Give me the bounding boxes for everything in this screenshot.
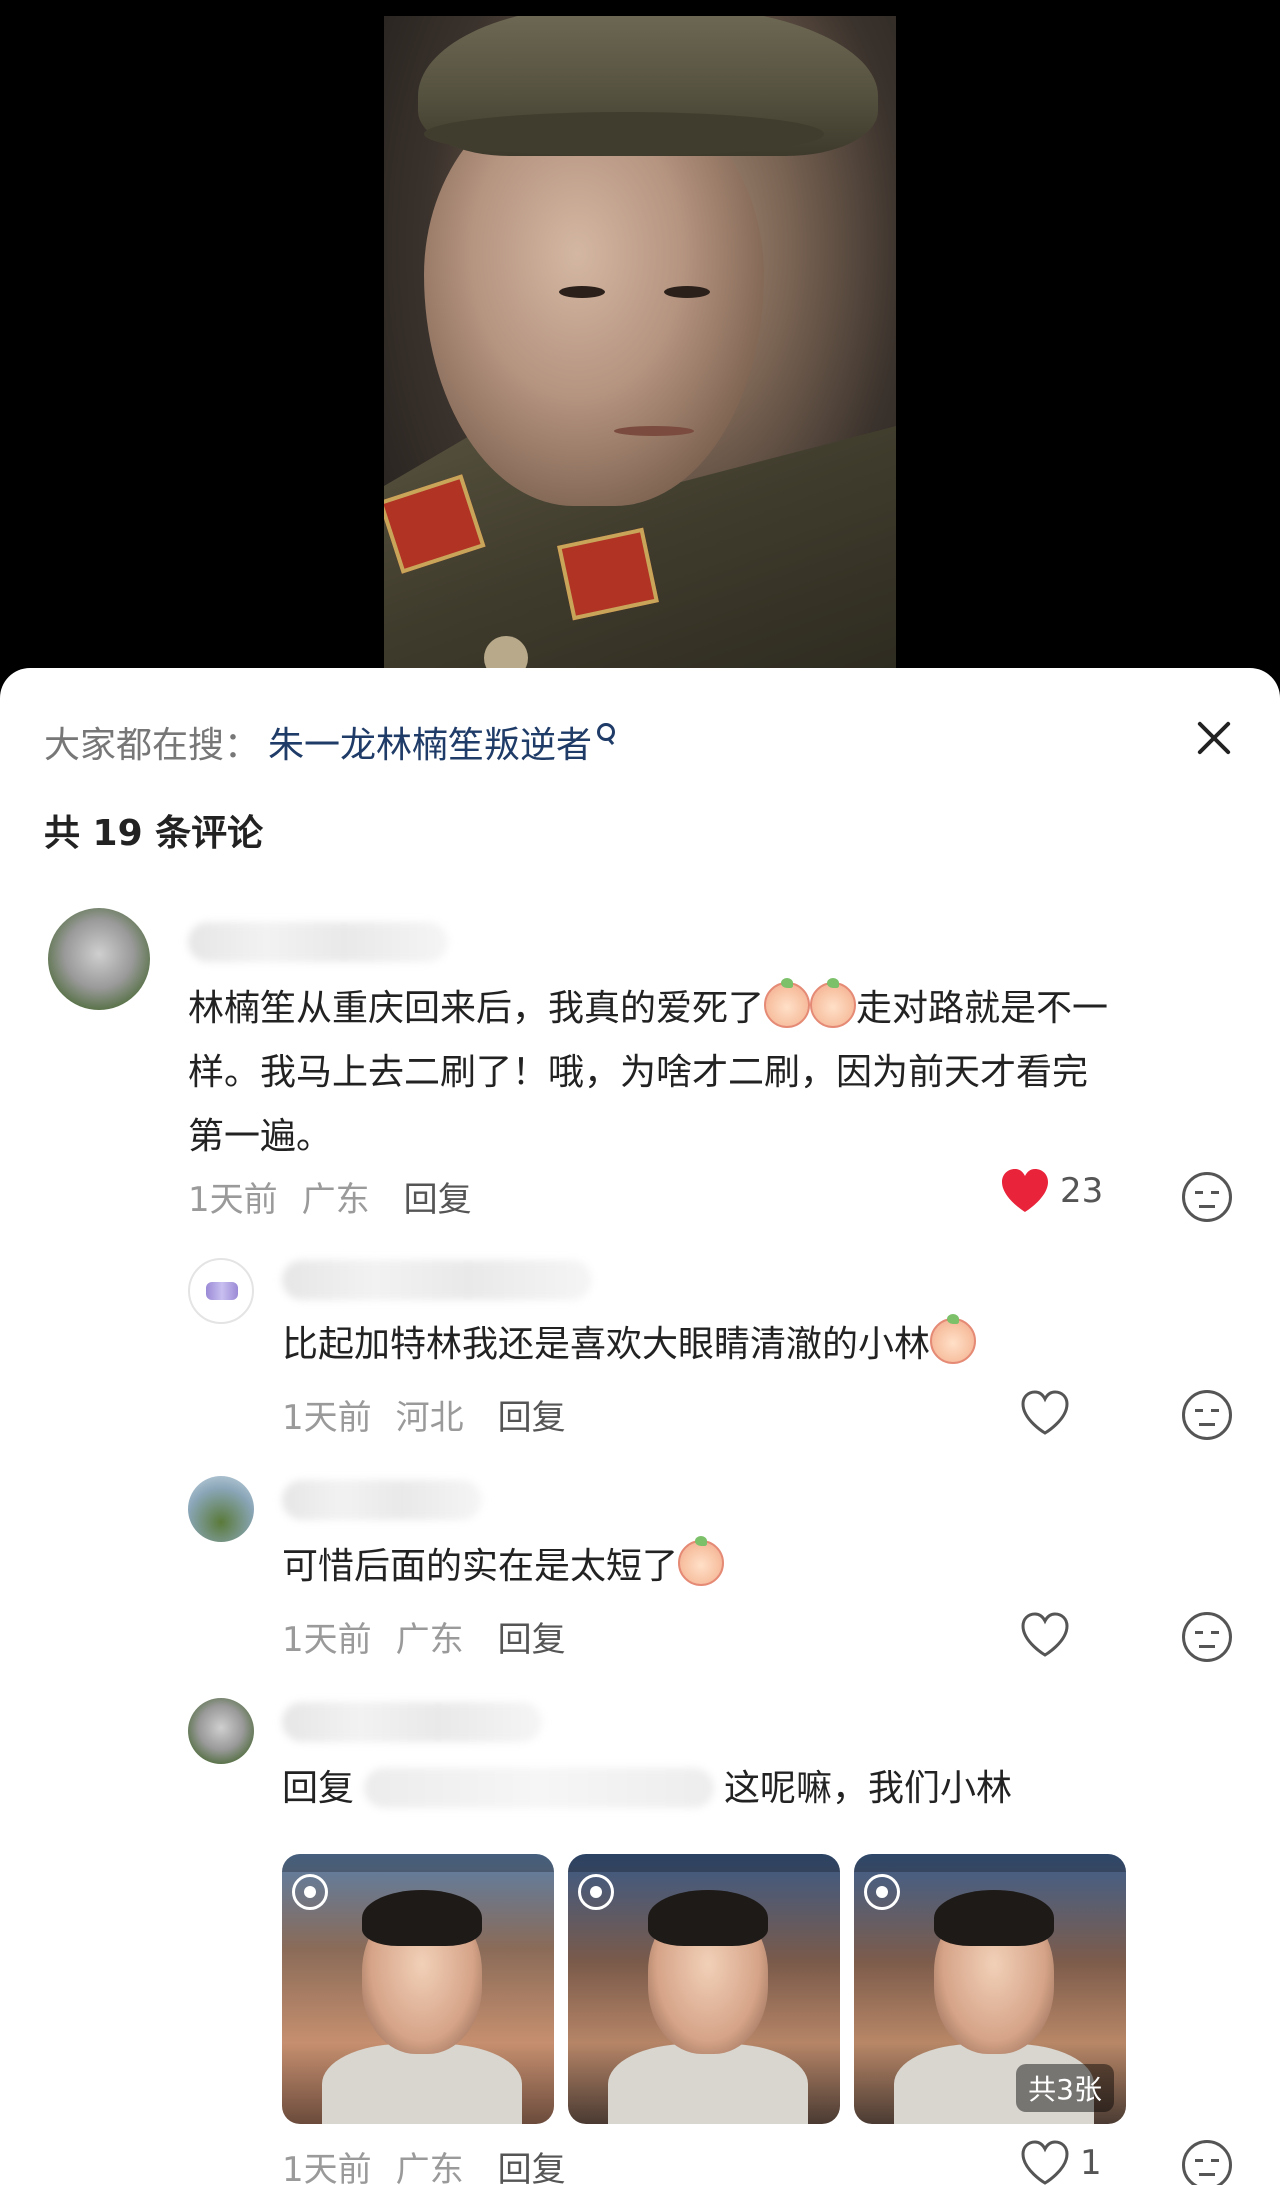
- reply-image[interactable]: 共3张: [854, 1854, 1126, 2124]
- comment-meta: 1天前 广东 回复: [188, 1172, 472, 1221]
- comment-time: 1天前: [188, 1180, 278, 1220]
- reply-text: 回复 这呢嘛，我们小林: [282, 1768, 1013, 1809]
- like-button[interactable]: [1020, 1612, 1070, 1658]
- search-term-link[interactable]: 朱一龙林楠笙叛逆者: [268, 716, 592, 768]
- reply-location: 广东: [395, 2150, 464, 2185]
- like-button[interactable]: 23: [1000, 1168, 1103, 1214]
- heart-outline-icon: [1020, 2140, 1070, 2185]
- live-photo-icon: [578, 1874, 614, 1910]
- reply-location: 广东: [395, 1620, 464, 1660]
- reply-prefix: 回复: [282, 1768, 355, 1809]
- comment-count: 共 19 条评论: [44, 813, 264, 854]
- heart-outline-icon: [1020, 1612, 1070, 1658]
- emoji-icon: [810, 978, 857, 1028]
- reply-meta: 1天前 河北 回复: [282, 1390, 566, 1439]
- live-photo-icon: [864, 1874, 900, 1910]
- reply-meta: 1天前 广东 回复: [282, 2142, 566, 2185]
- close-icon[interactable]: [1188, 712, 1240, 764]
- reply-image-grid: 共3张: [282, 1854, 1126, 2124]
- username-blurred[interactable]: [282, 1702, 542, 1742]
- username-blurred[interactable]: [188, 922, 448, 962]
- image-count-badge: 共3张: [1016, 2064, 1114, 2112]
- comment-text-line2: 样。我马上去二刷了！哦，为啥才二刷，因为前天才看完: [188, 1052, 1089, 1093]
- reply-time: 1天前: [282, 1398, 372, 1438]
- search-icon: [594, 721, 616, 751]
- comment-sheet: 大家都在搜： 朱一龙林楠笙叛逆者 共 19 条评论 林楠笙从重庆回来后，我真的爱…: [0, 668, 1280, 2185]
- like-count: 23: [1060, 1171, 1104, 1211]
- username-blurred[interactable]: [282, 1260, 592, 1300]
- search-suggestion[interactable]: 大家都在搜： 朱一龙林楠笙叛逆者: [44, 718, 616, 766]
- like-button[interactable]: [1020, 1390, 1070, 1436]
- comment-location: 广东: [301, 1180, 370, 1220]
- reply-time: 1天前: [282, 1620, 372, 1660]
- emoji-icon: [930, 1314, 977, 1364]
- search-prefix: 大家都在搜：: [44, 725, 261, 766]
- username-blurred[interactable]: [282, 1480, 482, 1520]
- eye-left: [559, 286, 605, 298]
- mouth: [614, 426, 694, 436]
- avatar[interactable]: [188, 1476, 254, 1542]
- cap-brim: [424, 112, 824, 156]
- reply-button[interactable]: 回复: [498, 1390, 566, 1439]
- heart-filled-icon: [1000, 1168, 1050, 1214]
- reply-text: 可惜后面的实在是太短了: [282, 1536, 1222, 1598]
- heart-outline-icon: [1020, 1390, 1070, 1436]
- eye-right: [664, 286, 710, 298]
- reply-time: 1天前: [282, 2150, 372, 2185]
- like-button[interactable]: 1: [1020, 2140, 1102, 2185]
- comment-text: 林楠笙从重庆回来后，我真的爱死了 走对路就是不一: [188, 978, 1248, 1040]
- dislike-icon[interactable]: [1182, 1612, 1232, 1662]
- reply-button[interactable]: 回复: [498, 1612, 566, 1661]
- mention-blurred[interactable]: [364, 1768, 715, 1808]
- reply-text: 比起加特林我还是喜欢大眼睛清澈的小林: [282, 1314, 1222, 1376]
- reply-meta: 1天前 广东 回复: [282, 1612, 566, 1661]
- emoji-icon: [678, 1536, 725, 1586]
- emoji-icon: [764, 978, 811, 1028]
- comment-text-line3: 第一遍。: [188, 1116, 333, 1157]
- dislike-icon[interactable]: [1182, 2140, 1232, 2185]
- avatar[interactable]: [188, 1258, 254, 1324]
- reply-button[interactable]: 回复: [498, 2142, 566, 2185]
- video-frame[interactable]: [384, 16, 896, 676]
- live-photo-icon: [292, 1874, 328, 1910]
- reply-location: 河北: [395, 1398, 464, 1438]
- avatar[interactable]: [48, 908, 150, 1010]
- like-count: 1: [1080, 2143, 1102, 2183]
- reply-image[interactable]: [568, 1854, 840, 2124]
- dislike-icon[interactable]: [1182, 1390, 1232, 1440]
- reply-image[interactable]: [282, 1854, 554, 2124]
- video-player[interactable]: [0, 0, 1280, 690]
- avatar[interactable]: [188, 1698, 254, 1764]
- reply-button[interactable]: 回复: [404, 1172, 472, 1221]
- dislike-icon[interactable]: [1182, 1172, 1232, 1222]
